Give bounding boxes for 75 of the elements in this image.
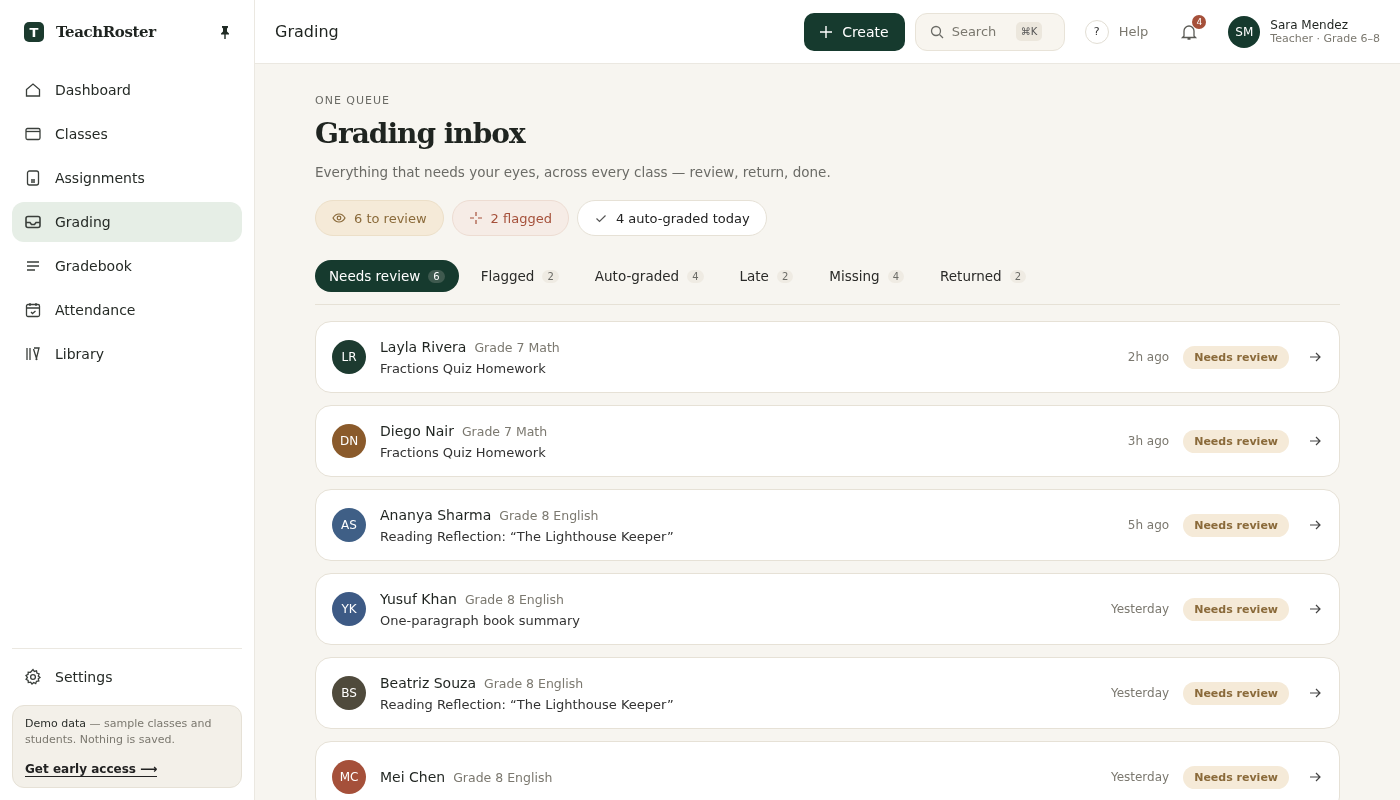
assignment-title: Reading Reflection: “The Lighthouse Keeper” [380,528,675,544]
student-avatar: AS [332,508,366,542]
filter-tab[interactable]: Missing 4 [815,260,918,292]
nav-item[interactable]: Attendance [12,290,242,330]
nav-item[interactable]: Dashboard [12,70,242,110]
submitted-time: 2h ago [1127,350,1170,364]
user-role: Teacher · Grade 6–8 [1270,32,1380,45]
page-subtitle: Everything that needs your eyes, across every class — review, return, done. [315,164,832,180]
status-tag: Needs review [1183,681,1289,705]
demo-text: Demo data — sample classes and students. Nothing is saved. [25,716,213,748]
submitted-time: Yesterday [1110,686,1170,700]
student-avatar: DN [332,424,366,458]
nav-item[interactable]: Library [12,334,242,374]
submitted-time: 3h ago [1127,434,1170,448]
help-link[interactable]: ? Help [1084,19,1149,44]
status-tag: Needs review [1183,345,1289,369]
create-button[interactable]: Create [804,12,905,51]
student-avatar: BS [332,676,366,710]
class-name: Grade 8 English [484,675,584,691]
summary-chip[interactable]: 4 auto-graded today [576,200,767,236]
summary-chip[interactable]: 6 to review [315,200,444,236]
logo-icon: T [24,22,44,42]
submission-card[interactable]: MC Mei Chen Grade 8 English Yesterday Needs review [315,741,1340,800]
student-name: Mei Chen [380,769,446,785]
student-name: Layla Rivera [380,338,467,355]
student-name: Yusuf Khan [380,590,457,607]
search-field[interactable]: Search ⌘K [914,12,1065,51]
student-avatar: MC [332,760,366,794]
class-name: Grade 8 English [499,507,599,523]
user-avatar[interactable]: SM [1228,15,1261,48]
nav-item[interactable]: Grading [12,202,242,242]
search-input[interactable]: Search [951,24,1008,39]
student-name: Ananya Sharma [380,506,492,523]
eyebrow-label: ONE QUEUE [315,94,391,107]
class-name: Grade 7 Math [474,339,560,355]
class-name: Grade 8 English [464,591,565,607]
nav-item[interactable]: Assignments [12,158,242,198]
assignment-title: One-paragraph book summary [380,612,582,628]
student-name: Beatriz Souza [380,674,476,691]
submitted-time: Yesterday [1110,770,1170,784]
submission-card[interactable]: BS Beatriz Souza Grade 8 English Reading Reflection: “The Lighthouse Keeper” Yesterday Needs review [315,657,1340,729]
settings-link[interactable]: Settings [12,657,242,697]
student-name: Diego Nair [380,422,454,439]
status-tag: Needs review [1183,513,1289,537]
nav-item[interactable]: Classes [12,114,242,154]
early-access-link[interactable]: Get early access ⟶ [25,762,158,777]
filter-tab[interactable]: Late 2 [725,260,808,292]
summary-chip[interactable]: 2 flagged [451,200,569,236]
class-name: Grade 8 English [453,770,553,785]
brand-name: TeachRoster [56,23,158,41]
submitted-time: 5h ago [1127,518,1170,532]
assignment-title: Reading Reflection: “The Lighthouse Keeper” [380,696,675,712]
student-avatar: YK [332,592,366,626]
submission-card[interactable]: DN Diego Nair Grade 7 Math Fractions Quiz Homework 3h ago Needs review [315,405,1340,477]
user-name: Sara Mendez [1270,18,1349,32]
page-title: Grading [275,22,339,41]
filter-tab[interactable]: Auto-graded 4 [580,260,718,292]
assignment-title: Fractions Quiz Homework [380,444,547,460]
shortcut-key: ⌘K [1015,22,1043,41]
submitted-time: Yesterday [1110,602,1170,616]
status-tag: Needs review [1183,765,1289,789]
student-avatar: LR [332,340,366,374]
submission-card[interactable]: AS Ananya Sharma Grade 8 English Reading Reflection: “The Lighthouse Keeper” 5h ago Needs review [315,489,1340,561]
notification-badge: 4 [1192,14,1207,29]
filter-tab[interactable]: Needs review 6 [315,260,459,292]
filter-tab[interactable]: Flagged 2 [466,260,573,292]
nav-item[interactable]: Gradebook [12,246,242,286]
submission-card[interactable]: LR Layla Rivera Grade 7 Math Fractions Quiz Homework 2h ago Needs review [315,321,1340,393]
page-heading: Grading inbox [315,117,527,150]
class-name: Grade 7 Math [461,423,548,439]
status-tag: Needs review [1183,429,1289,453]
submission-card[interactable]: YK Yusuf Khan Grade 8 English One-paragraph book summary Yesterday Needs review [315,573,1340,645]
status-tag: Needs review [1183,597,1289,621]
assignment-title: Fractions Quiz Homework [380,360,547,376]
filter-tab[interactable]: Returned 2 [926,260,1041,292]
